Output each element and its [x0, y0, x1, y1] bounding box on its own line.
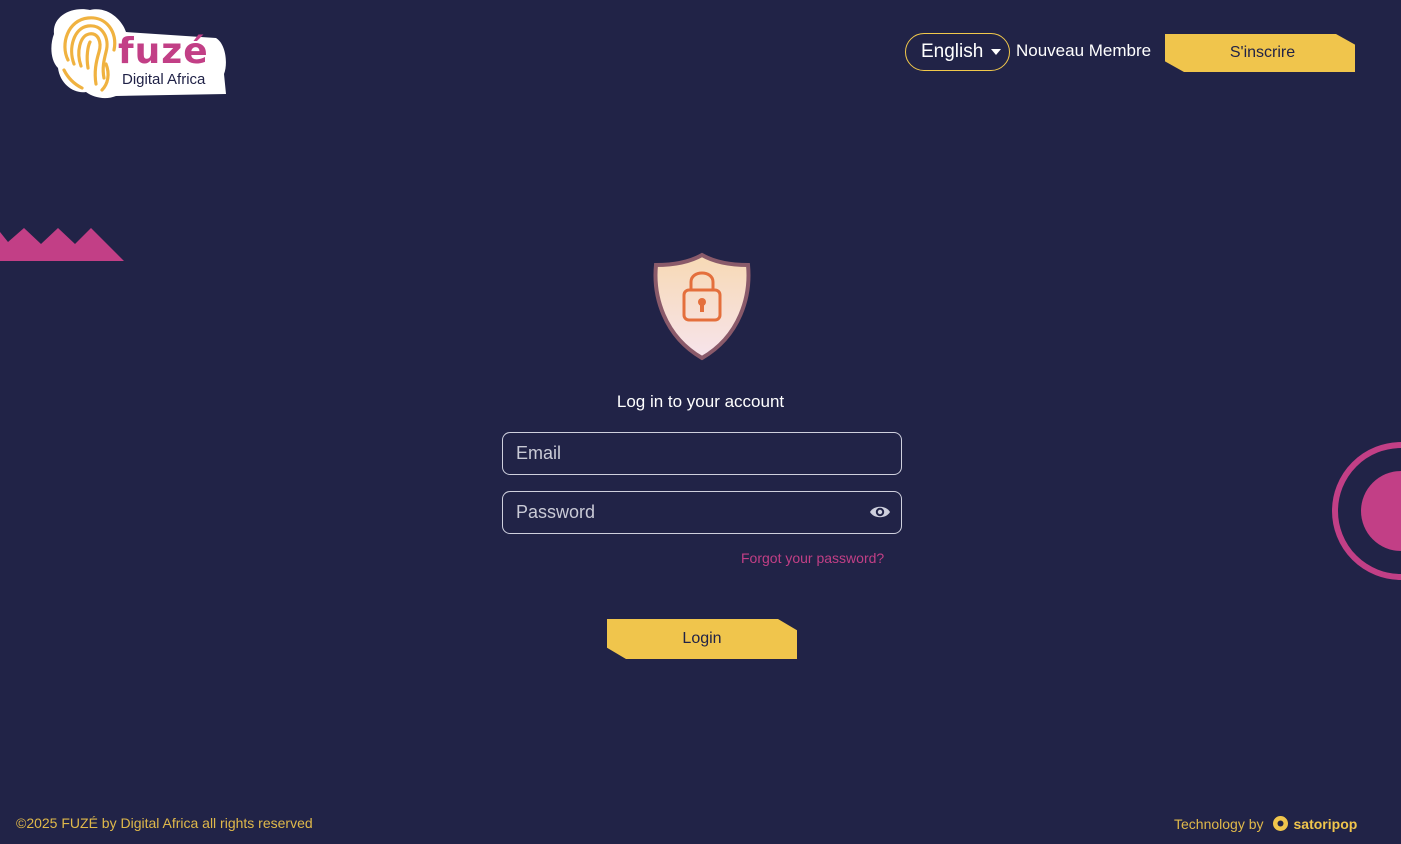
shield-lock-icon: [653, 252, 751, 361]
logo-wordmark: fuzé: [118, 31, 209, 72]
language-label: English: [921, 41, 984, 62]
new-member-label: Nouveau Membre: [1016, 41, 1152, 60]
eye-icon[interactable]: [869, 503, 891, 521]
fuze-logo[interactable]: fuzé Digital Africa: [46, 4, 230, 100]
signup-button[interactable]: S'inscrire: [1165, 34, 1355, 72]
satoripop-logo[interactable]: satoripop: [1272, 815, 1358, 832]
login-title: Log in to your account: [616, 392, 785, 411]
email-field[interactable]: [502, 432, 902, 475]
caret-down-icon: [991, 49, 1002, 55]
circle-decoration: [1332, 442, 1401, 580]
logo-tagline: Digital Africa: [116, 70, 212, 91]
zigzag-decoration: [0, 228, 124, 261]
forgot-password-link[interactable]: Forgot your password?: [741, 550, 884, 566]
tech-brand: satoripop: [1293, 815, 1358, 832]
copyright-text: ©2025 FUZÉ by Digital Africa all rights …: [16, 815, 313, 831]
satoripop-logo-icon: [1272, 816, 1288, 831]
login-page: fuzé Digital Africa English Nouveau Memb…: [0, 0, 1401, 844]
login-button[interactable]: Login: [607, 619, 797, 659]
language-dropdown[interactable]: English: [905, 33, 1010, 71]
tech-label: Technology by: [1174, 815, 1264, 832]
password-field[interactable]: [502, 491, 902, 534]
tech-credit: Technology by satoripop: [1174, 815, 1357, 832]
